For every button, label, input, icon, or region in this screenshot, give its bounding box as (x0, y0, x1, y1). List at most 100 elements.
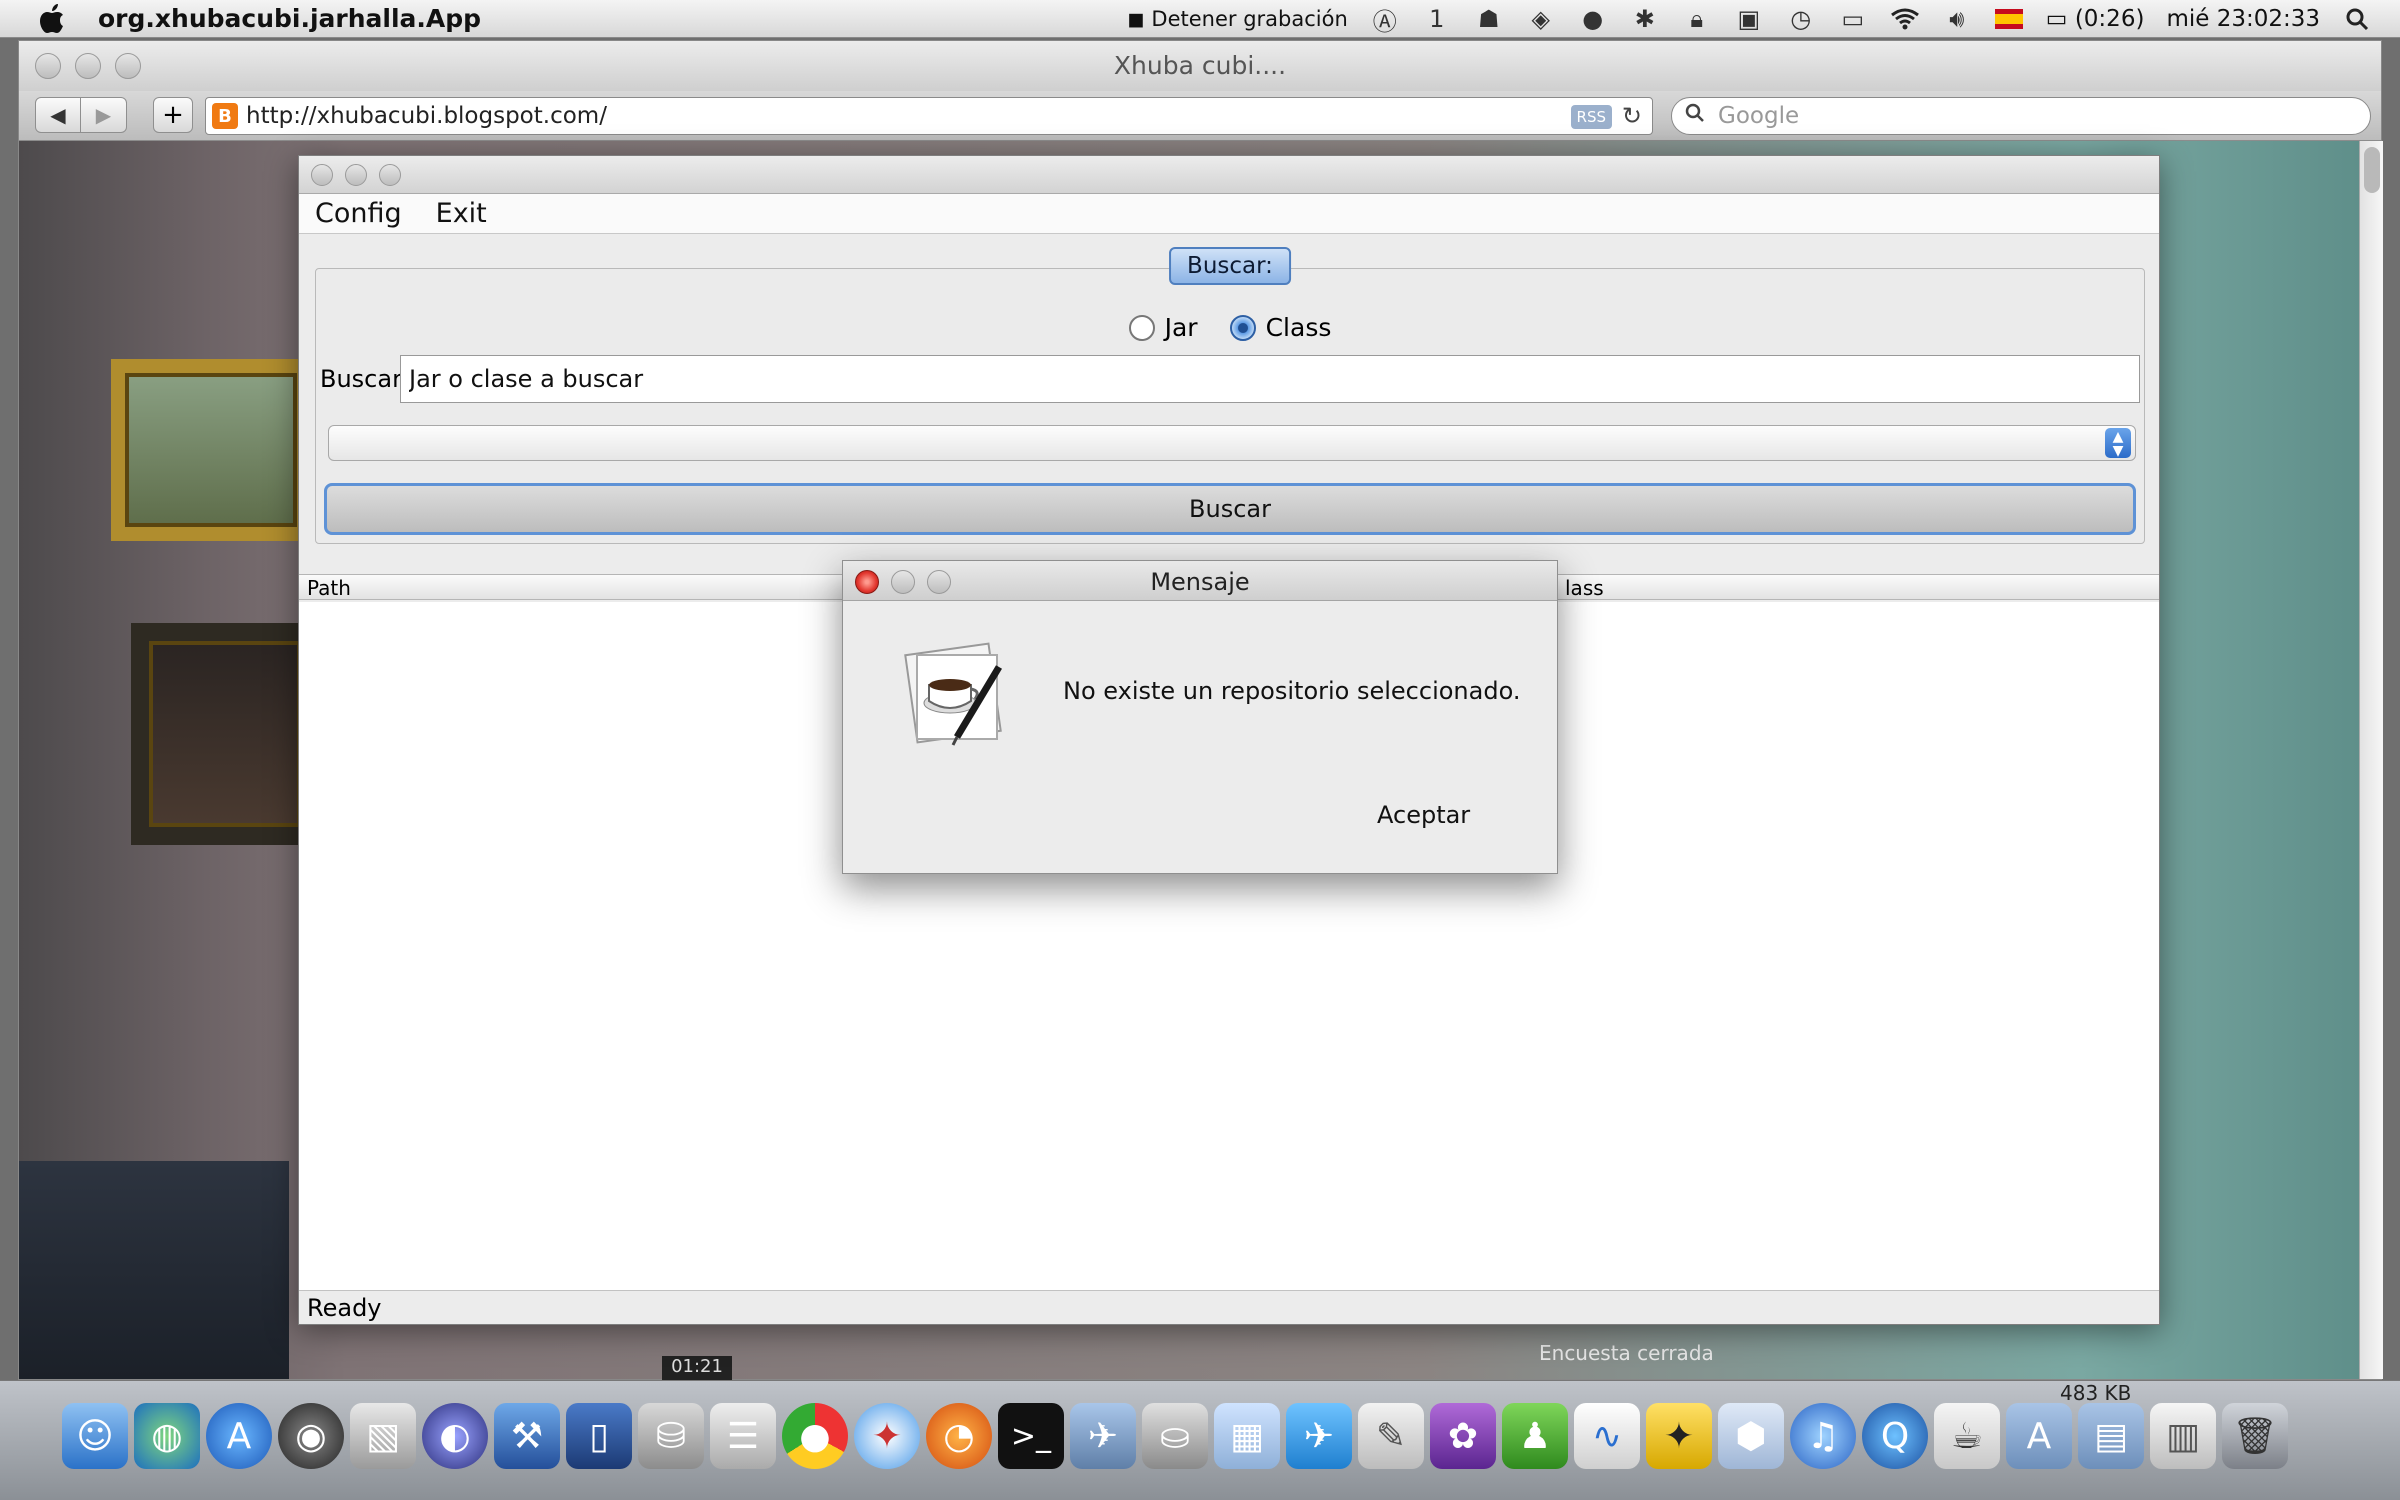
app-close-button[interactable] (311, 164, 333, 186)
spotlight-icon[interactable] (2342, 5, 2372, 33)
search-button[interactable]: Buscar (324, 483, 2136, 535)
dock-icons: ☺ ◍ A ◉ ▧ ◐ ⚒ ▯ ⛁ ☰ ● ✦ ◔ >_ ✈ ⛀ ▦ ✈ ✎ ✿… (62, 1403, 2288, 1469)
display-icon[interactable]: ▭ (1838, 5, 1868, 33)
search-field[interactable]: Google (1671, 97, 2371, 135)
java-coffee-icon (895, 641, 1015, 751)
dropbox-icon[interactable]: ◈ (1526, 5, 1556, 33)
app-store-icon[interactable]: A (206, 1403, 272, 1469)
page-scrollbar[interactable] (2359, 141, 2383, 1379)
safari-icon[interactable]: ✦ (854, 1403, 920, 1469)
trash-icon[interactable]: 🗑︎ (2222, 1403, 2288, 1469)
radio-class-circle[interactable] (1229, 314, 1256, 341)
settings-icon[interactable]: ✿ (1430, 1403, 1496, 1469)
documents-stack-icon[interactable]: ▤ (2078, 1403, 2144, 1469)
twitter-icon[interactable]: ✈ (1286, 1403, 1352, 1469)
itunes-icon[interactable]: ♫ (1790, 1403, 1856, 1469)
menu-config[interactable]: Config (315, 198, 402, 229)
panel-title: Buscar: (1169, 247, 1291, 285)
radio-class[interactable]: Class (1229, 313, 1331, 342)
lock-icon[interactable]: 🔒︎ (1682, 5, 1712, 33)
chat-icon[interactable]: ● (1578, 5, 1608, 33)
volume-icon[interactable]: 🔊︎ (1942, 5, 1972, 33)
painting-portrait (131, 623, 319, 845)
type-radio-group: Jar Class (316, 313, 2144, 342)
bluetooth-icon[interactable]: ✱ (1630, 5, 1660, 33)
browser-titlebar: Xhuba cubi.... (19, 41, 2381, 91)
database-icon[interactable]: ⛁ (638, 1403, 704, 1469)
rss-button[interactable]: RSS (1570, 105, 1612, 129)
photo-icon[interactable]: ▧ (350, 1403, 416, 1469)
recording-label: Detener grabación (1151, 7, 1348, 31)
disk-icon[interactable]: ☰ (710, 1403, 776, 1469)
repository-combobox[interactable]: ▲ ▼ (328, 425, 2136, 461)
search-row: Buscar (316, 355, 2144, 403)
wifi-icon[interactable] (1890, 5, 1920, 33)
search-icon (1684, 102, 1708, 130)
reload-icon[interactable]: ↻ (1622, 102, 1642, 130)
firefox-icon[interactable]: ◔ (926, 1403, 992, 1469)
column-path[interactable]: Path (307, 576, 351, 600)
message-dialog: Mensaje No existe un repositorio selecci… (842, 560, 1558, 874)
add-bookmark-button[interactable]: + (153, 97, 193, 133)
xcode-icon[interactable]: ⚒ (494, 1403, 560, 1469)
app-statusbar: Ready (299, 1290, 2159, 1324)
menu-exit[interactable]: Exit (436, 198, 487, 229)
clock[interactable]: mié 23:02:33 (2166, 6, 2320, 32)
back-arrow-icon: ◀ (50, 103, 66, 127)
search-label: Buscar (320, 365, 402, 393)
browser-title: Xhuba cubi.... (1113, 51, 1287, 80)
battery-status[interactable]: ▭ (0:26) (2046, 6, 2145, 32)
time-machine-icon[interactable]: ◷ (1786, 5, 1816, 33)
preview-icon[interactable]: ▦ (1214, 1403, 1280, 1469)
dashboard-icon[interactable]: ◉ (278, 1403, 344, 1469)
calendar-icon[interactable]: ▣ (1734, 5, 1764, 33)
nav-buttons: ◀ ▶ (35, 97, 127, 133)
apple-icon[interactable] (34, 2, 72, 36)
app-zoom-button[interactable] (379, 164, 401, 186)
forward-button[interactable]: ▶ (81, 97, 127, 133)
activity-icon[interactable]: ∿ (1574, 1403, 1640, 1469)
column-class[interactable]: lass (1565, 576, 1604, 600)
scroll-thumb[interactable] (2364, 147, 2380, 193)
growl-icon[interactable]: ☗ (1474, 5, 1504, 33)
cylinder-icon[interactable]: ⛀ (1142, 1403, 1208, 1469)
app-menubar: Config Exit (299, 194, 2159, 234)
terminal-icon[interactable]: >_ (998, 1403, 1064, 1469)
back-button[interactable]: ◀ (35, 97, 81, 133)
adobe-icon[interactable]: Ⓐ (1370, 5, 1400, 36)
textedit-icon[interactable]: ✎ (1358, 1403, 1424, 1469)
status-text: Ready (307, 1293, 382, 1322)
radio-jar-label: Jar (1164, 313, 1198, 342)
quicktime-icon[interactable]: Q (1862, 1403, 1928, 1469)
chrome-icon[interactable]: ● (782, 1403, 848, 1469)
radio-jar[interactable]: Jar (1128, 313, 1198, 342)
dock: 483 KB ☺ ◍ A ◉ ▧ ◐ ⚒ ▯ ⛁ ☰ ● ✦ ◔ >_ ✈ ⛀ … (0, 1380, 2400, 1500)
network-icon[interactable]: ✈ (1070, 1403, 1136, 1469)
search-input[interactable] (400, 355, 2140, 403)
video-time-badge: 01:21 (662, 1356, 732, 1380)
radio-jar-circle[interactable] (1128, 314, 1155, 341)
address-bar[interactable]: B http://xhubacubi.blogspot.com/ RSS ↻ (205, 97, 1653, 135)
adium-icon[interactable]: ♟ (1502, 1403, 1568, 1469)
simulator-icon[interactable]: ▯ (566, 1403, 632, 1469)
java-icon[interactable]: ☕︎ (1934, 1403, 2000, 1469)
app-name[interactable]: org.xhubacubi.jarhalla.App (98, 4, 481, 33)
search-placeholder: Google (1718, 103, 1800, 129)
battery-time: (0:26) (2074, 6, 2145, 32)
accept-button[interactable]: Aceptar (1363, 797, 1484, 833)
globe-icon[interactable]: ◍ (134, 1403, 200, 1469)
eclipse-icon[interactable]: ◐ (422, 1403, 488, 1469)
bird-icon[interactable]: ✦ (1646, 1403, 1712, 1469)
app-minimize-button[interactable] (345, 164, 367, 186)
app-window-controls (311, 164, 401, 186)
flag-es-icon[interactable] (1994, 5, 2024, 33)
cube-icon[interactable]: ⬢ (1718, 1403, 1784, 1469)
browser-toolbar: ◀ ▶ + B http://xhubacubi.blogspot.com/ R… (19, 91, 2381, 141)
spaces-count[interactable]: 1 (1422, 5, 1452, 33)
blogger-favicon-icon: B (212, 103, 238, 129)
recording-status[interactable]: ◼ Detener grabación (1127, 7, 1347, 31)
applications-stack-icon[interactable]: A (2006, 1403, 2072, 1469)
finder-icon[interactable]: ☺ (62, 1403, 128, 1469)
combo-arrows-icon[interactable]: ▲ ▼ (2105, 428, 2131, 458)
downloads-stack-icon[interactable]: ▥ (2150, 1403, 2216, 1469)
